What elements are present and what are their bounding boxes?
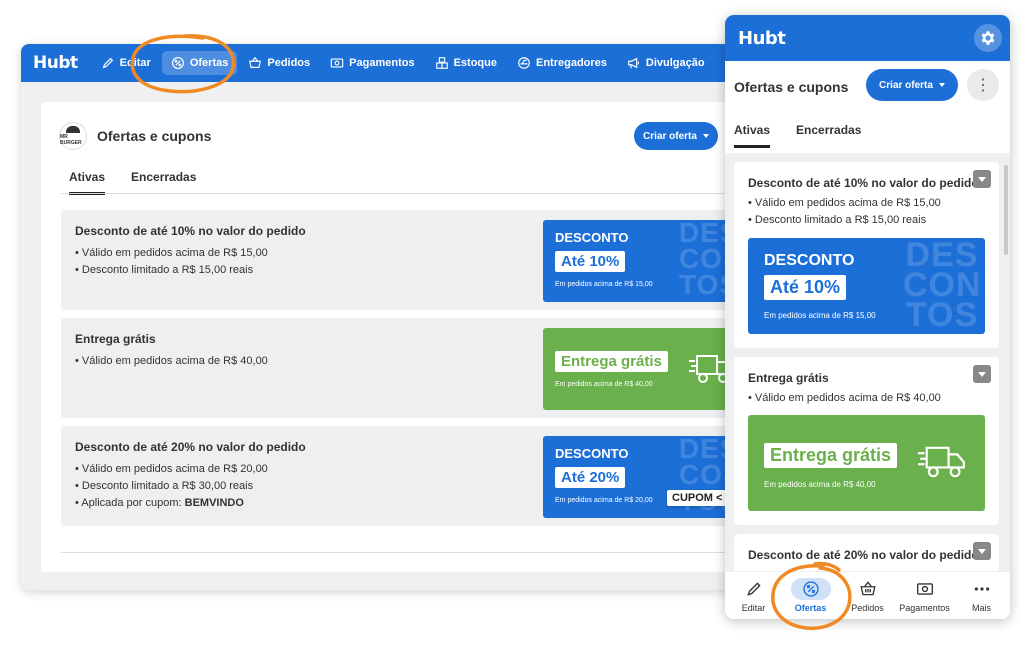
delivery-banner: Entrega grátis Em pedidos acima de R$ 40… [543, 328, 743, 410]
basket-icon [249, 56, 262, 68]
panel-header: MR BURGER Ofertas e cupons [59, 122, 211, 150]
mobile-tabs: Ativas Encerradas [734, 123, 861, 148]
page-title: Ofertas e cupons [734, 79, 849, 95]
hubt-logo: Hubt [33, 53, 78, 73]
offer-title: Desconto de até 20% no valor do pedido [748, 548, 979, 562]
offer-title: Desconto de até 10% no valor do pedido [748, 176, 979, 190]
offer-title: Desconto de até 20% no valor do pedido [75, 440, 306, 454]
more-dots-icon [974, 587, 989, 591]
mobile-header: Ofertas e cupons Criar oferta ⋮ [734, 69, 1001, 105]
delivery-banner: Entrega grátis Em pedidos acima de R$ 40… [748, 415, 985, 511]
offer-details: • Válido em pedidos acima de R$ 40,00 [75, 355, 268, 367]
offer-card[interactable]: Desconto de até 20% no valor do pedido [734, 534, 999, 571]
nav-item-divulgacao[interactable]: Divulgação [618, 51, 714, 75]
tab-ativas[interactable]: Ativas [69, 170, 106, 195]
collapse-button[interactable] [973, 542, 991, 560]
offer-row[interactable]: Entrega grátis • Válido em pedidos acima… [61, 318, 761, 418]
tab-encerradas[interactable]: Encerradas [131, 170, 196, 195]
collapse-button[interactable] [973, 365, 991, 383]
discount-banner: DES CON TOS DESCONTO Até 10% Em pedidos … [543, 220, 743, 302]
bottom-nav-pedidos[interactable]: Pedidos [842, 578, 894, 613]
caret-down-icon [702, 134, 709, 138]
store-avatar: MR BURGER [59, 122, 87, 150]
caret-down-icon [938, 83, 945, 87]
pencil-icon [102, 57, 113, 69]
tab-ativas[interactable]: Ativas [734, 123, 771, 148]
nav-item-entregadores[interactable]: Entregadores [508, 51, 616, 75]
burger-hat-icon [66, 126, 80, 133]
mobile-offers-list: Desconto de até 10% no valor do pedido •… [725, 153, 1010, 571]
tabs-divider [61, 193, 761, 194]
delivery-truck-icon [918, 446, 965, 478]
basket-icon [859, 581, 876, 596]
bottom-nav-pagamentos[interactable]: Pagamentos [899, 578, 951, 613]
caret-down-icon [978, 176, 986, 182]
money-icon [916, 583, 933, 595]
offer-card[interactable]: Entrega grátis • Válido em pedidos acima… [734, 357, 999, 525]
nav-item-estoque[interactable]: Estoque [426, 51, 506, 75]
top-navbar: Hubt Editar Ofertas Pedidos Pagamentos E… [21, 44, 781, 82]
desktop-window: Hubt Editar Ofertas Pedidos Pagamentos E… [21, 44, 781, 590]
scrollbar[interactable] [1004, 165, 1008, 255]
caret-down-icon [978, 371, 986, 377]
kebab-icon: ⋮ [975, 77, 991, 94]
bottom-nav-mais[interactable]: Mais [956, 578, 1008, 613]
megaphone-icon [628, 57, 639, 69]
offer-title: Desconto de até 10% no valor do pedido [75, 224, 306, 238]
nav-item-pedidos[interactable]: Pedidos [239, 51, 319, 75]
settings-button[interactable] [974, 24, 1002, 52]
percent-badge-icon [171, 57, 184, 69]
cupom-tag: CUPOM < [667, 490, 728, 506]
bottom-nav-ofertas[interactable]: Ofertas [785, 578, 837, 613]
offer-details: • Válido em pedidos acima de R$ 40,00 [748, 392, 941, 404]
offer-row[interactable]: Desconto de até 20% no valor do pedido •… [61, 426, 761, 526]
discount-banner: DES CON TOS DESCONTO Até 10% Em pedidos … [748, 238, 985, 334]
tabs: Ativas Encerradas [69, 170, 196, 195]
list-bottom-divider [61, 552, 761, 553]
nav-item-editar[interactable]: Editar [92, 51, 160, 75]
offer-details: • Válido em pedidos acima de R$ 15,00 • … [748, 197, 941, 226]
banner-watermark: DES CON TOS [903, 238, 982, 334]
hubt-logo: Hubt [738, 27, 786, 49]
motorcycle-icon [518, 57, 530, 69]
pencil-icon [746, 582, 761, 596]
boxes-icon [435, 57, 448, 69]
percent-badge-icon [802, 581, 819, 597]
tab-encerradas[interactable]: Encerradas [796, 123, 861, 148]
money-icon [330, 58, 344, 68]
page-title: Ofertas e cupons [97, 128, 212, 144]
collapse-button[interactable] [973, 170, 991, 188]
offer-row[interactable]: Desconto de até 10% no valor do pedido •… [61, 210, 761, 310]
nav-item-ofertas[interactable]: Ofertas [161, 51, 238, 75]
caret-down-icon [978, 548, 986, 554]
offer-title: Entrega grátis [75, 332, 156, 346]
offers-panel: MR BURGER Ofertas e cupons Criar oferta … [41, 102, 761, 572]
bottom-nav-editar[interactable]: Editar [728, 578, 780, 613]
offer-details: • Válido em pedidos acima de R$ 20,00 • … [75, 463, 268, 509]
criar-oferta-button[interactable]: Criar oferta [866, 69, 958, 101]
offer-card[interactable]: Desconto de até 10% no valor do pedido •… [734, 162, 999, 348]
more-options-button[interactable]: ⋮ [967, 69, 999, 101]
nav-item-pagamentos[interactable]: Pagamentos [321, 51, 423, 75]
offer-details: • Válido em pedidos acima de R$ 15,00 • … [75, 247, 268, 276]
criar-oferta-button[interactable]: Criar oferta [634, 122, 718, 150]
mobile-bottom-nav: Editar Ofertas Pedidos Pagamentos Mais [725, 571, 1010, 619]
offer-title: Entrega grátis [748, 371, 829, 385]
mobile-top-navbar: Hubt [725, 15, 1010, 61]
coupon-code: BEMVINDO [184, 497, 244, 509]
mobile-window: Hubt Ofertas e cupons Criar oferta ⋮ Ati… [725, 15, 1010, 619]
gear-icon [981, 31, 995, 45]
